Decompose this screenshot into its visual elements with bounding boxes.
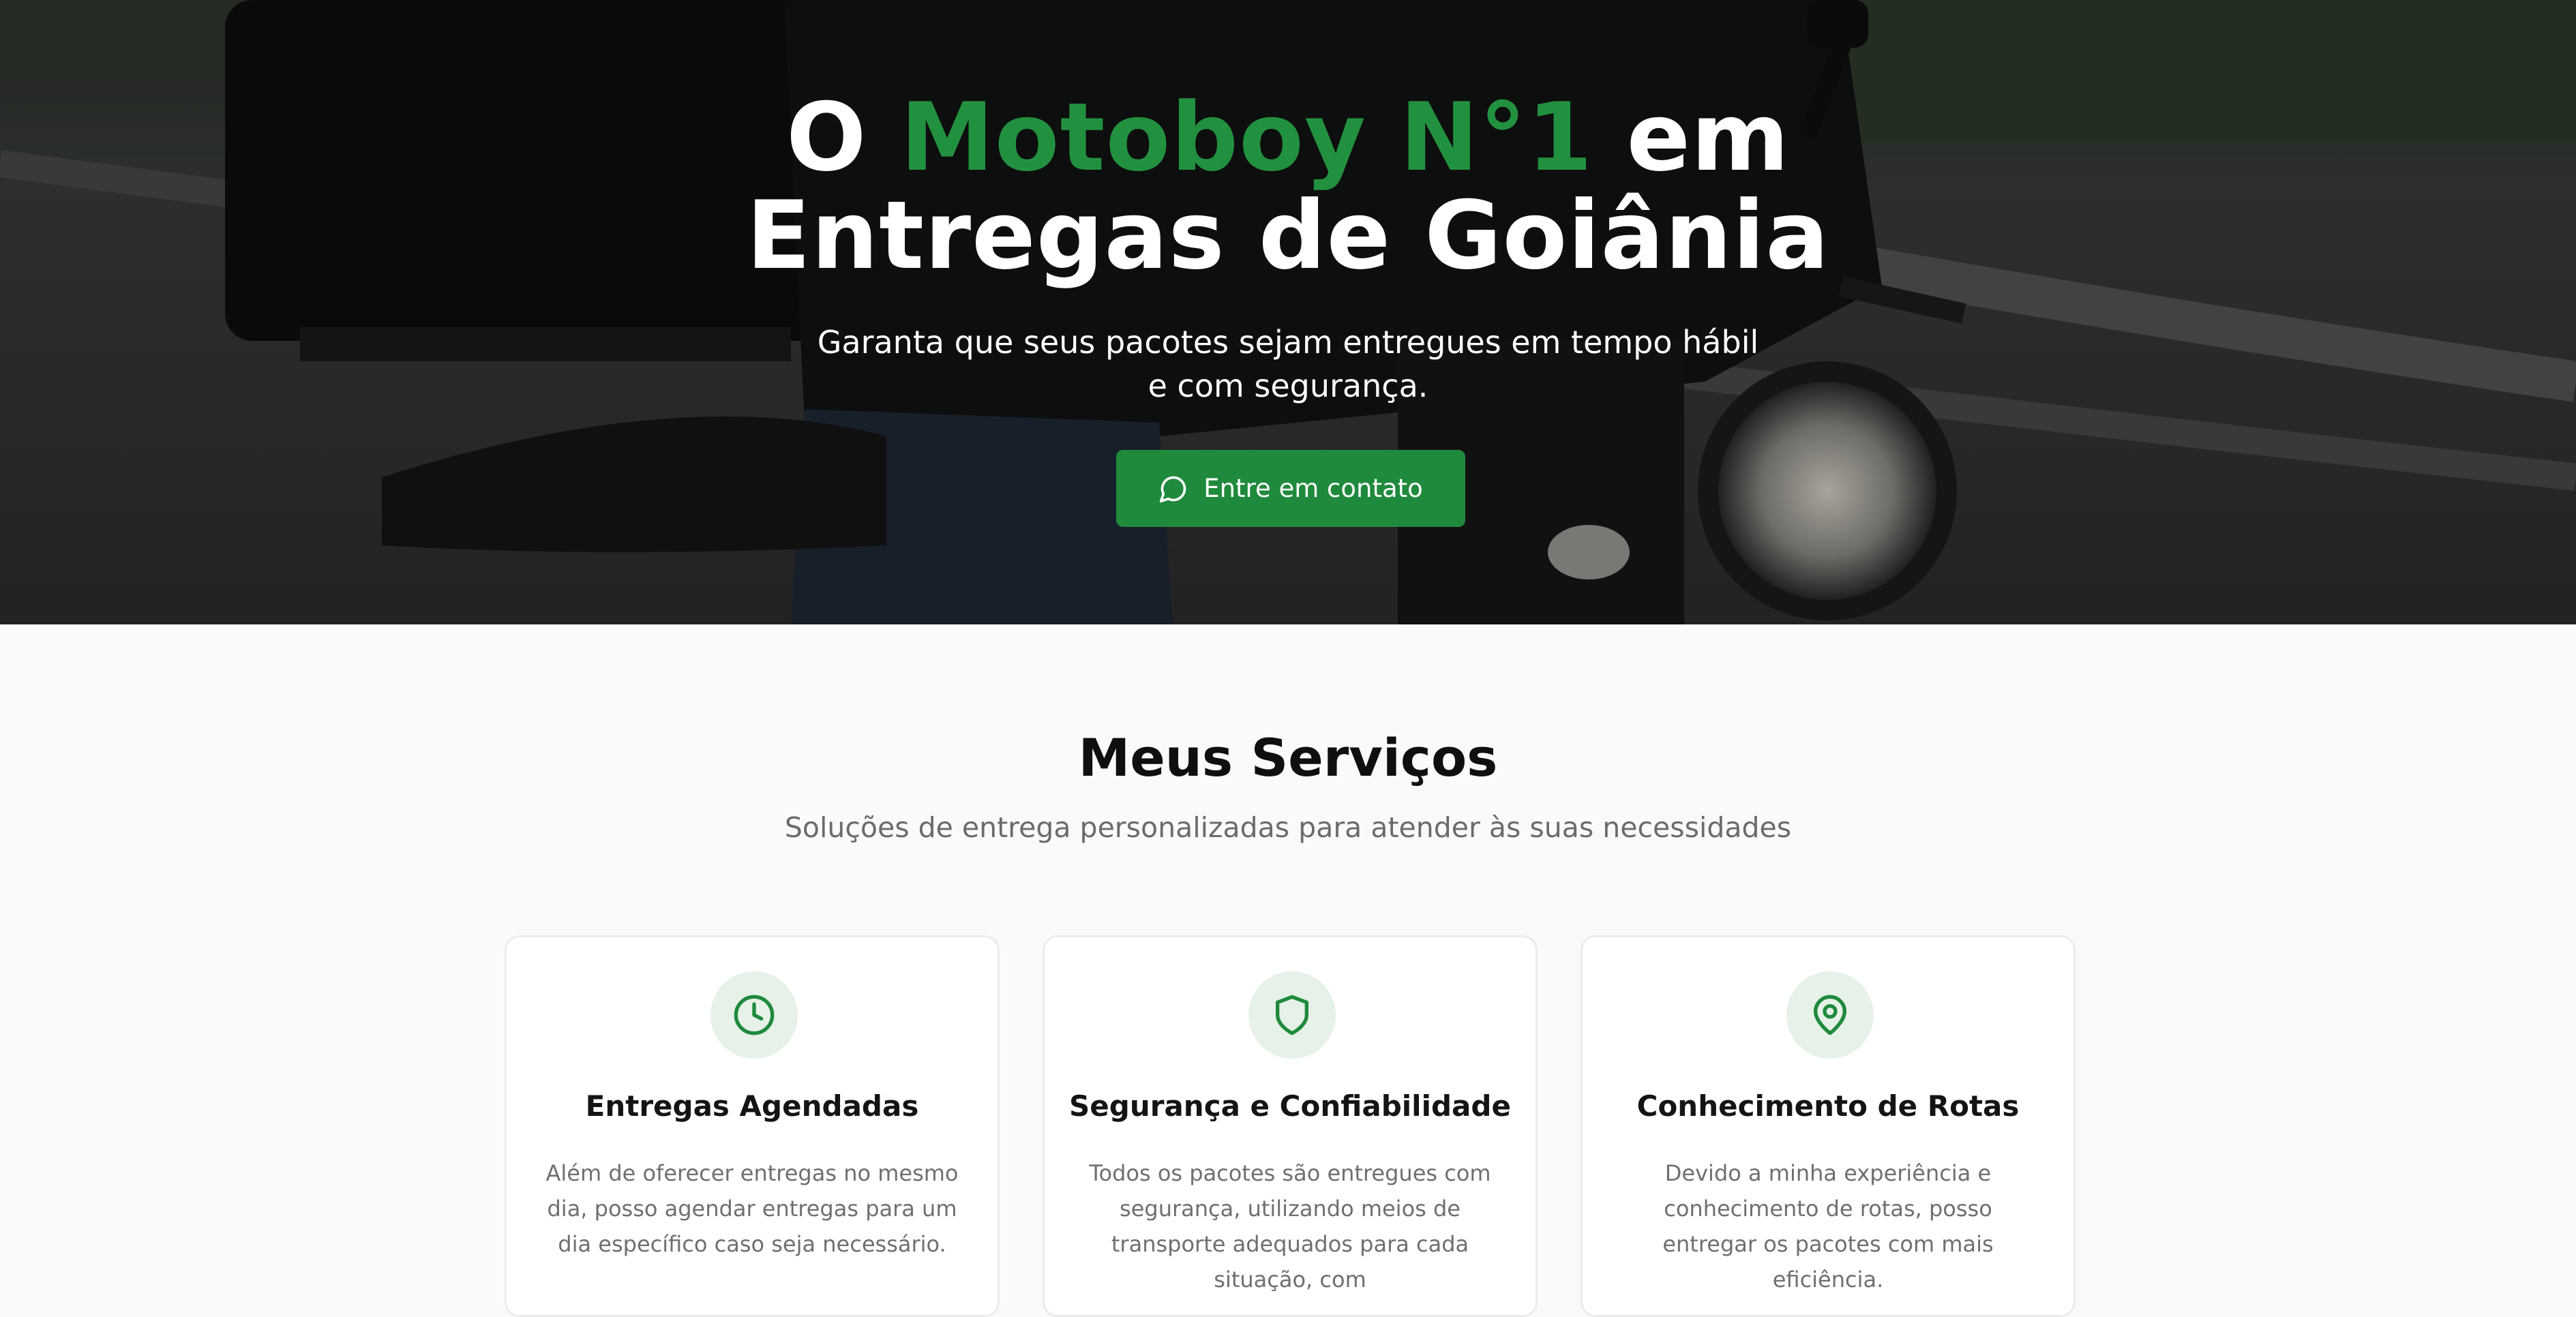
contact-button[interactable]: Entre em contato (1116, 450, 1465, 527)
hero-title-accent: Motoboy N°1 (900, 82, 1593, 192)
hero-title-suffix: em (1593, 82, 1790, 192)
contact-button-label: Entre em contato (1203, 474, 1423, 503)
service-card-security: Segurança e Confiabilidade Todos os paco… (1043, 935, 1538, 1317)
services-title: Meus Serviços (1078, 727, 1498, 788)
service-card-title: Segurança e Confiabilidade (1069, 1089, 1511, 1123)
service-icon-wrapper (710, 971, 798, 1059)
map-pin-icon (1814, 995, 1846, 1035)
message-circle-icon (1158, 474, 1188, 504)
shield-icon (1276, 995, 1308, 1035)
service-card-text: Todos os pacotes são entregues com segur… (1089, 1160, 1491, 1292)
service-card-text: Devido a minha experiência e conheciment… (1662, 1160, 1994, 1292)
hero-title-prefix: O (786, 82, 901, 192)
service-icon-wrapper (1248, 971, 1336, 1059)
hero-title: O Motoboy N°1 em Entregas de Goiânia (0, 89, 2576, 285)
service-card-scheduled: Entregas Agendadas Além de oferecer entr… (505, 935, 1000, 1317)
services-section: Meus Serviços Soluções de entrega person… (0, 624, 2576, 1317)
hero-section: O Motoboy N°1 em Entregas de Goiânia Gar… (0, 0, 2576, 624)
clock-icon (734, 995, 775, 1035)
hero-content: O Motoboy N°1 em Entregas de Goiânia Gar… (0, 0, 2576, 624)
service-card-title: Conhecimento de Rotas (1636, 1089, 2020, 1123)
hero-subtitle: Garanta que seus pacotes sejam entregues… (817, 324, 1759, 404)
service-card-title: Entregas Agendadas (585, 1089, 919, 1123)
services-subtitle: Soluções de entrega personalizadas para … (784, 811, 1792, 844)
service-card-routes: Conhecimento de Rotas Devido a minha exp… (1581, 935, 2076, 1317)
service-card-text: Além de oferecer entregas no mesmo dia, … (545, 1160, 959, 1257)
hero-title-line2: Entregas de Goiânia (746, 181, 1830, 290)
service-icon-wrapper (1786, 971, 1874, 1059)
